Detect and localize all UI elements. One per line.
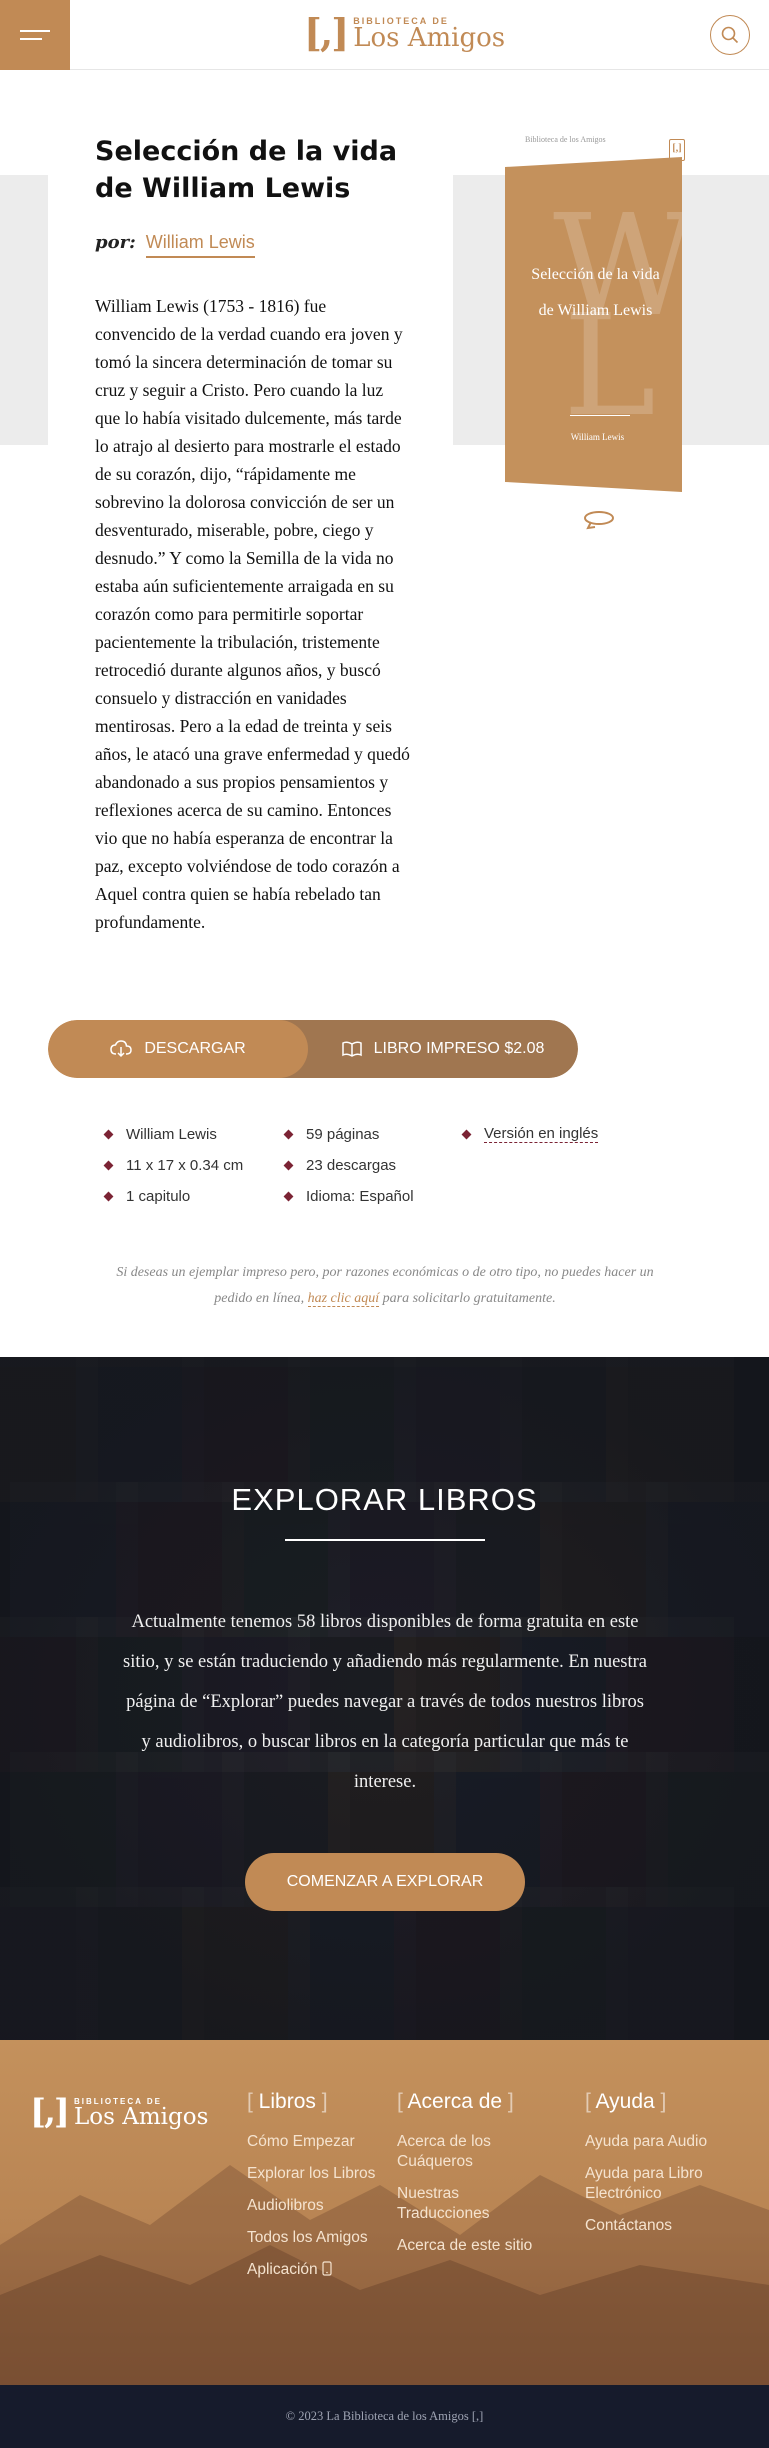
download-button[interactable]: DESCARGAR [48,1020,308,1078]
footer-logo[interactable]: [,] BIBLIOTECA DE Los Amigos [30,2093,208,2131]
meta-pages: 59 páginas [283,1125,463,1143]
book-description: William Lewis (1753 - 1816) fue convenci… [95,296,410,932]
start-exploring-button[interactable]: COMENZAR A EXPLORAR [245,1853,525,1911]
cover-divider [570,415,630,416]
explore-title: EXPLORAR LIBROS [231,1482,538,1517]
cover-front: W L Selección de la vida de William Lewi… [505,157,682,492]
explore-text: Actualmente tenemos 58 libros disponible… [123,1612,647,1792]
diamond-icon [283,1160,294,1171]
meta-chapters: 1 capitulo [103,1188,285,1205]
footer-column-ayuda: [ Ayuda ] Ayuda para Audio Ayuda para Li… [585,2090,735,2248]
footer-link-contactanos[interactable]: Contáctanos [585,2216,735,2236]
english-version-link[interactable]: Versión en inglés [484,1125,599,1143]
free-copy-note: Si deseas un ejemplar impreso pero, por … [116,1265,654,1307]
meta-empty [463,1157,663,1174]
diamond-icon [103,1160,114,1171]
request-free-copy-link[interactable]: haz clic aquí [307,1291,380,1307]
diamond-icon [103,1191,114,1202]
footer-heading-libros: Libros [258,2090,316,2113]
book-title: Selección de la vida de William Lewis [95,136,398,204]
footer-column-acerca: [ Acerca de ] Acerca de los Cuáqueros Nu… [397,2090,537,2268]
explore-section: EXPLORAR LIBROS Actualmente tenemos 58 l… [0,1357,769,2040]
footer-heading-ayuda: Ayuda [595,2090,655,2113]
meta-dimensions: 11 x 17 x 0.34 cm [103,1157,285,1174]
footer-link-este-sitio[interactable]: Acerca de este sitio [397,2236,537,2256]
book-actions: LIBRO IMPRESO $2.08 DESCARGAR [48,1020,578,1078]
footer-link-cuaqueros[interactable]: Acerca de los Cuáqueros [397,2132,537,2172]
footer-link-ayuda-audio[interactable]: Ayuda para Audio [585,2132,735,2152]
footer-link-explorar[interactable]: Explorar los Libros [247,2164,377,2184]
footer-link-aplicacion[interactable]: Aplicación [247,2260,377,2280]
download-label: DESCARGAR [144,1040,246,1057]
footer-link-ayuda-ebook[interactable]: Ayuda para Libro Electrónico [585,2164,735,2204]
book-open-icon [341,1041,362,1057]
site-header: [,] BIBLIOTECA DE Los Amigos [0,0,769,70]
hamburger-icon [20,24,50,46]
footer-link-traducciones[interactable]: Nuestras Traducciones [397,2184,537,2224]
decorative-band-left [0,175,48,445]
cover-spine-text: Biblioteca de los Amigos [525,135,606,144]
copyright: © 2023 La Biblioteca de los Amigos [,] [0,2385,769,2448]
footer-column-libros: [ Libros ] Cómo Empezar Explorar los Lib… [247,2090,377,2280]
explore-divider [285,1539,485,1541]
footer-link-todos-amigos[interactable]: Todos los Amigos [247,2228,377,2248]
search-button[interactable] [710,15,750,55]
search-icon [721,26,739,44]
phone-icon [322,2261,332,2276]
meta-language: Idioma: Español [283,1188,463,1205]
cover-author: William Lewis [570,432,625,442]
cover-title: Selección de la vida de William Lewis [531,266,660,319]
print-book-label: LIBRO IMPRESO $2.08 [373,1040,545,1057]
logo-mark: [,] [304,10,349,55]
site-footer: [,] BIBLIOTECA DE Los Amigos [ Libros ] … [0,2040,769,2385]
site-logo[interactable]: [,] BIBLIOTECA DE Los Amigos [304,14,505,52]
footer-link-audiolibros[interactable]: Audiolibros [247,2196,377,2216]
footer-heading-acerca: Acerca de [407,2090,503,2113]
diamond-icon [283,1129,294,1139]
rotate-icon[interactable] [582,508,616,532]
diamond-icon [461,1129,472,1139]
footer-logo-mark: [,] [30,2092,70,2132]
author-link[interactable]: William Lewis [145,232,255,258]
book-cover[interactable]: Biblioteca de los Amigos [,] W L Selecci… [505,133,685,493]
meta-downloads: 23 descargas [283,1157,463,1174]
author-row: por: William Lewis [95,232,255,258]
footer-logo-big: Los Amigos [74,2103,209,2130]
diamond-icon [283,1191,294,1202]
cloud-download-icon [110,1040,133,1058]
by-label: por: [95,232,136,253]
meta-author: William Lewis [103,1125,285,1143]
menu-button[interactable] [0,0,70,70]
diamond-icon [103,1129,114,1139]
footer-link-como-empezar[interactable]: Cómo Empezar [247,2132,377,2152]
book-meta: William Lewis 59 páginas Versión en ingl… [103,1125,665,1205]
logo-big-text: Los Amigos [353,23,506,53]
meta-english-version[interactable]: Versión en inglés [461,1125,663,1143]
